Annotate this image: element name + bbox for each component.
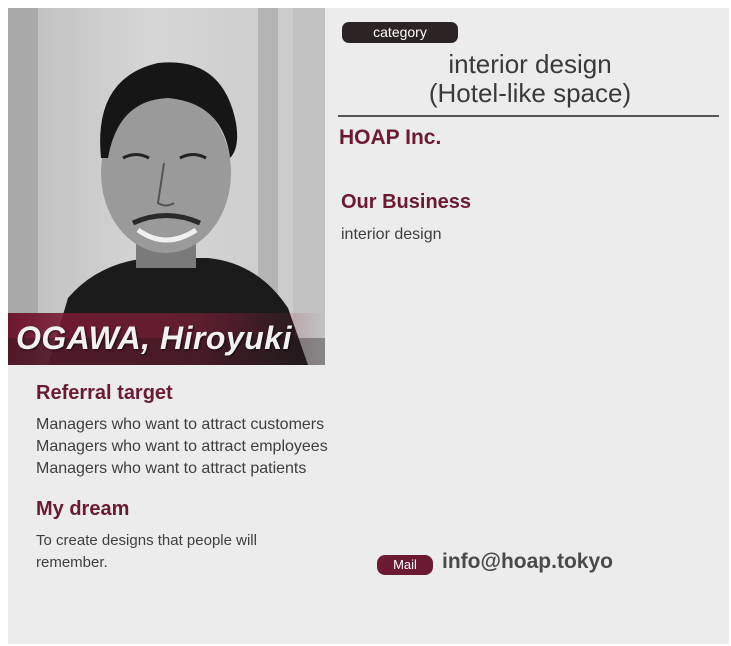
portrait-illustration <box>8 8 325 365</box>
list-item: Managers who want to attract customers <box>36 416 325 433</box>
profile-card: OGAWA, Hiroyuki category interior design… <box>8 8 729 644</box>
company-name: HOAP Inc. <box>339 126 442 149</box>
referral-title: Referral target <box>36 382 173 404</box>
headline-line-1: interior design <box>448 49 612 79</box>
category-badge: category <box>342 22 458 43</box>
list-item: Managers who want to attract patients <box>36 460 307 477</box>
dream-text: To create designs that people will remem… <box>36 530 257 574</box>
referral-list: Managers who want to attract customers M… <box>36 414 328 480</box>
business-title: Our Business <box>341 191 472 213</box>
headline-line-2: (Hotel-like space) <box>428 78 632 108</box>
category-headline: interior design (Hotel-like space) <box>380 50 680 108</box>
email-link[interactable]: info@hoap.tokyo <box>442 550 613 574</box>
dream-line-1: To create designs that people will <box>36 532 257 549</box>
dream-line-2: remember. <box>36 554 108 571</box>
mail-badge: Mail <box>377 555 433 575</box>
person-name: OGAWA, Hiroyuki <box>16 320 292 356</box>
divider <box>338 115 719 117</box>
business-text: interior design <box>341 226 442 243</box>
list-item: Managers who want to attract employees <box>36 438 328 455</box>
profile-photo: OGAWA, Hiroyuki <box>8 8 325 365</box>
dream-title: My dream <box>36 498 130 520</box>
